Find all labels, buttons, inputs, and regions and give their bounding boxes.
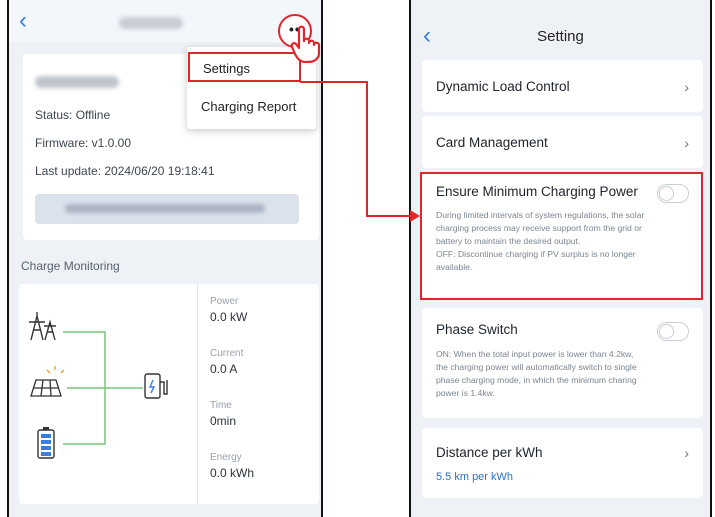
blurred-device-title — [119, 17, 183, 29]
metric-current: Current 0.0 A — [210, 348, 243, 376]
menu-item-settings[interactable]: Settings — [188, 52, 301, 82]
metric-energy: Energy 0.0 kWh — [210, 452, 254, 480]
metric-time: Time 0min — [210, 400, 236, 428]
row-label: Dynamic Load Control — [436, 79, 570, 94]
distance-value: 5.5 km per kWh — [436, 471, 514, 483]
row-label: Card Management — [436, 135, 548, 150]
metric-value: 0.0 A — [210, 362, 238, 376]
chevron-left-icon[interactable]: ‹ — [19, 9, 27, 33]
phase-switch-toggle[interactable] — [657, 322, 689, 341]
dynamic-load-control-row[interactable]: Dynamic Load Control › — [422, 60, 703, 112]
metric-value: 0.0 kW — [210, 310, 248, 324]
solar-panel-icon — [30, 366, 65, 397]
ev-charger-icon — [144, 373, 168, 399]
firmware-text: Firmware: v1.0.00 — [35, 136, 132, 150]
highlight-box — [420, 172, 703, 300]
distance-per-kwh-row[interactable]: Distance per kWh › 5.5 km per kWh — [422, 428, 703, 498]
blurred-bar — [35, 194, 299, 224]
charge-monitoring-label: Charge Monitoring — [21, 259, 120, 273]
chevron-right-icon: › — [684, 445, 689, 461]
row-label: Distance per kWh — [436, 445, 543, 460]
metrics-panel: Power 0.0 kW Current 0.0 A Time 0min Ene… — [197, 284, 320, 504]
power-tower-icon — [29, 312, 56, 341]
battery-icon — [37, 427, 55, 459]
energy-flow-diagram — [29, 312, 168, 459]
phase-switch-card: Phase Switch ON: When the total input po… — [422, 308, 703, 418]
chevron-right-icon: › — [684, 135, 689, 151]
metric-value: 0min — [210, 414, 237, 428]
metric-label: Power — [210, 296, 239, 307]
row-label: Phase Switch — [436, 322, 518, 337]
left-header: ‹ — [9, 0, 321, 42]
metric-label: Time — [210, 400, 232, 411]
status-text: Status: Offline — [35, 108, 111, 122]
charge-monitoring-card: Power 0.0 kW Current 0.0 A Time 0min Ene… — [19, 284, 319, 504]
metric-label: Current — [210, 348, 244, 359]
metric-power: Power 0.0 kW — [210, 296, 247, 324]
flow-lines — [63, 331, 143, 445]
pointing-hand-icon — [290, 25, 321, 63]
page-title: Setting — [537, 28, 584, 45]
last-update-text: Last update: 2024/06/20 19:18:41 — [35, 164, 215, 178]
description-line: the charging power will automatically sw… — [436, 362, 637, 372]
chevron-right-icon: › — [684, 79, 689, 95]
setting-header: ‹ Setting — [411, 16, 710, 56]
card-management-row[interactable]: Card Management › — [422, 116, 703, 168]
description-line: ON: When the total input power is lower … — [436, 349, 634, 359]
menu-item-charging-report[interactable]: Charging Report — [187, 94, 316, 120]
metric-label: Energy — [210, 452, 242, 463]
metric-value: 0.0 kWh — [210, 466, 255, 480]
blurred-device-name — [35, 76, 119, 88]
description-line: power is 1.4kw. — [436, 388, 495, 398]
description-line: phase charging mode, in which the minimu… — [436, 375, 637, 385]
